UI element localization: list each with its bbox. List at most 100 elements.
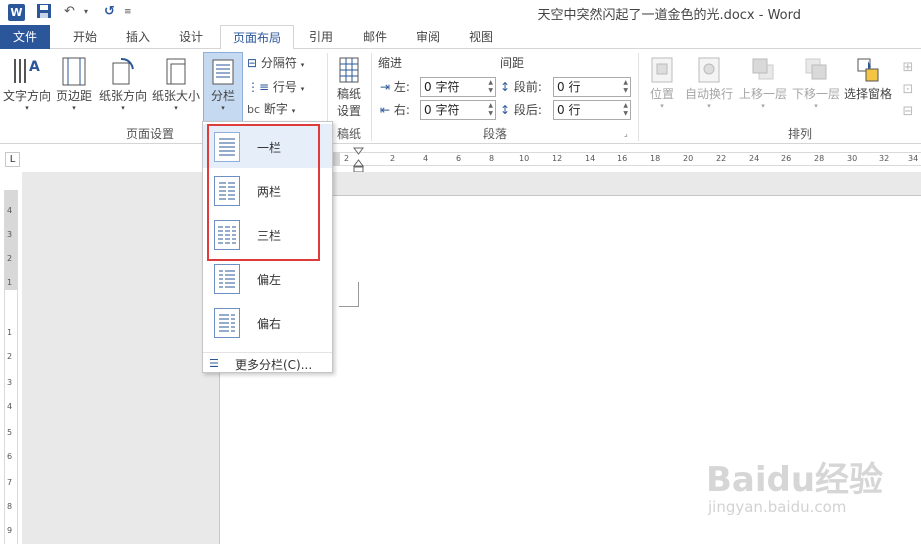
orientation-button[interactable]: 纸张方向 ▾ (96, 55, 150, 112)
columns-button[interactable]: 分栏 ▾ (203, 52, 243, 122)
chevron-down-icon: ▾ (761, 102, 765, 110)
vruler-tick: 3 (7, 378, 13, 387)
column-option-label: 偏右 (257, 317, 282, 331)
undo-dropdown-icon[interactable]: ▾ (84, 3, 88, 21)
chevron-down-icon: ▾ (707, 102, 711, 110)
line-numbers-button[interactable]: ⋮≡ 行号 ▾ (247, 77, 304, 97)
text-direction-icon: A (14, 59, 40, 83)
spacing-before-label: ↕ 段前: (500, 77, 542, 97)
vertical-ruler[interactable]: 4 3 2 1 1 2 3 4 5 6 7 8 9 (4, 190, 18, 544)
margins-icon (62, 57, 86, 86)
vruler-tick: 1 (7, 278, 13, 287)
chevron-down-icon: ▾ (72, 104, 76, 112)
margins-button[interactable]: 页边距 ▾ (54, 55, 94, 112)
more-columns-label: 更多分栏(C)... (235, 358, 313, 372)
tab-stop-selector[interactable]: L (5, 152, 20, 167)
redo-icon[interactable]: ↺ (104, 3, 115, 21)
tab-view[interactable]: 视图 (456, 25, 506, 49)
vruler-tick: 9 (7, 526, 13, 535)
manuscript-label-line2: 设置 (336, 104, 361, 118)
spinner-arrows-icon[interactable]: ▲ ▼ (623, 79, 628, 95)
spacing-after-icon: ↕ (500, 103, 511, 117)
spacing-before-input[interactable]: 0 行 ▲ ▼ (553, 77, 631, 97)
wrap-text-icon (698, 57, 720, 83)
indent-right-input[interactable]: 0 字符 ▲ ▼ (420, 100, 496, 120)
chevron-down-icon: ▾ (121, 104, 125, 112)
title-bar: W ↶ ▾ ↺ ≡ 天空中突然闪起了一道金色的光.docx - Word (0, 0, 921, 25)
send-backward-button[interactable]: 下移一层 ▾ (790, 55, 842, 110)
ruler-tick: 8 (489, 154, 495, 163)
line-numbers-label: 行号 (272, 80, 297, 94)
tab-mailings[interactable]: 邮件 (350, 25, 400, 49)
chevron-down-icon: ▾ (300, 61, 305, 69)
align-icon[interactable]: ⊞ ⊡ ⊟ (898, 57, 918, 123)
column-option-label: 偏左 (257, 273, 282, 287)
more-columns-icon: ☰ (209, 357, 219, 370)
manuscript-settings-button[interactable]: 稿纸 设置 (332, 55, 366, 119)
group-divider (638, 53, 639, 141)
line-numbers-icon: ⋮≡ (247, 80, 270, 94)
tab-page-layout[interactable]: 页面布局 (220, 25, 294, 50)
manuscript-icon (339, 57, 359, 83)
spacing-after-input[interactable]: 0 行 ▲ ▼ (553, 100, 631, 120)
spacing-before-value: 0 行 (557, 80, 581, 94)
indent-heading: 缩进 (378, 56, 403, 70)
vruler-tick: 2 (7, 352, 13, 361)
more-columns-item[interactable]: ☰ 更多分栏(C)... (203, 354, 332, 372)
wrap-text-button[interactable]: 自动换行 ▾ (683, 55, 735, 110)
column-option-left[interactable]: 偏左 (203, 256, 332, 300)
ruler-tick: 22 (716, 154, 727, 163)
breaks-label: 分隔符 (260, 56, 297, 70)
vruler-margin-top (5, 190, 17, 290)
word-app-icon[interactable]: W (8, 4, 25, 21)
send-backward-label: 下移一层 (791, 87, 840, 101)
horizontal-ruler[interactable]: L 2 2 4 6 8 10 12 14 16 18 20 22 24 26 2… (0, 144, 921, 174)
tab-insert[interactable]: 插入 (113, 25, 163, 49)
ruler-tick: 2 (344, 154, 350, 163)
text-direction-button[interactable]: A 文字方向 ▾ (2, 55, 52, 112)
chevron-down-icon: ▾ (291, 107, 296, 115)
selection-pane-button[interactable]: 选择窗格 (843, 55, 893, 102)
orientation-label: 纸张方向 (98, 89, 147, 103)
paragraph-dialog-launcher-icon[interactable]: ⌟ (624, 129, 628, 138)
indent-right-value: 0 字符 (424, 103, 460, 117)
spinner-arrows-icon[interactable]: ▲ ▼ (488, 102, 493, 118)
undo-icon[interactable]: ↶ (64, 3, 75, 21)
chevron-down-icon: ▾ (174, 104, 178, 112)
ruler-tick: 4 (423, 154, 429, 163)
chevron-down-icon: ▾ (814, 102, 818, 110)
indent-left-label: ⇥ 左: (380, 77, 410, 97)
tab-review[interactable]: 审阅 (403, 25, 453, 49)
columns-label: 分栏 (210, 89, 235, 103)
tab-file[interactable]: 文件 (0, 25, 50, 49)
tab-home[interactable]: 开始 (60, 25, 110, 49)
tab-design[interactable]: 设计 (166, 25, 216, 49)
bring-forward-button[interactable]: 上移一层 ▾ (737, 55, 789, 110)
bring-forward-icon (752, 58, 774, 80)
column-option-right[interactable]: 偏右 (203, 300, 332, 344)
manuscript-group-label: 稿纸 (336, 127, 361, 141)
selection-pane-label: 选择窗格 (843, 87, 892, 101)
vruler-tick: 4 (7, 206, 13, 215)
spacing-after-text: 段后: (513, 103, 542, 117)
spinner-arrows-icon[interactable]: ▲ ▼ (623, 102, 628, 118)
customize-qat-icon[interactable]: ≡ (124, 3, 132, 21)
save-icon[interactable] (36, 3, 52, 21)
position-button[interactable]: 位置 ▾ (644, 55, 680, 110)
chevron-down-icon: ▾ (221, 104, 225, 112)
ruler-tick: 12 (552, 154, 563, 163)
indent-left-input[interactable]: 0 字符 ▲ ▼ (420, 77, 496, 97)
ruler-tick: 28 (814, 154, 825, 163)
ribbon-tabs: 文件 开始 插入 设计 页面布局 引用 邮件 审阅 视图 (0, 25, 921, 50)
ruler-tick: 26 (781, 154, 792, 163)
spacing-after-label: ↕ 段后: (500, 100, 542, 120)
size-button[interactable]: 纸张大小 ▾ (150, 55, 202, 112)
indent-marker-icon[interactable] (353, 146, 364, 174)
tab-references[interactable]: 引用 (298, 25, 344, 49)
indent-left-text: 左: (393, 80, 410, 94)
breaks-button[interactable]: ⊟ 分隔符 ▾ (247, 53, 304, 73)
spinner-arrows-icon[interactable]: ▲ ▼ (488, 79, 493, 95)
ruler-tick: 18 (650, 154, 661, 163)
vruler-tick: 8 (7, 502, 13, 511)
hyphenation-button[interactable]: bc 断字 ▾ (247, 99, 295, 119)
